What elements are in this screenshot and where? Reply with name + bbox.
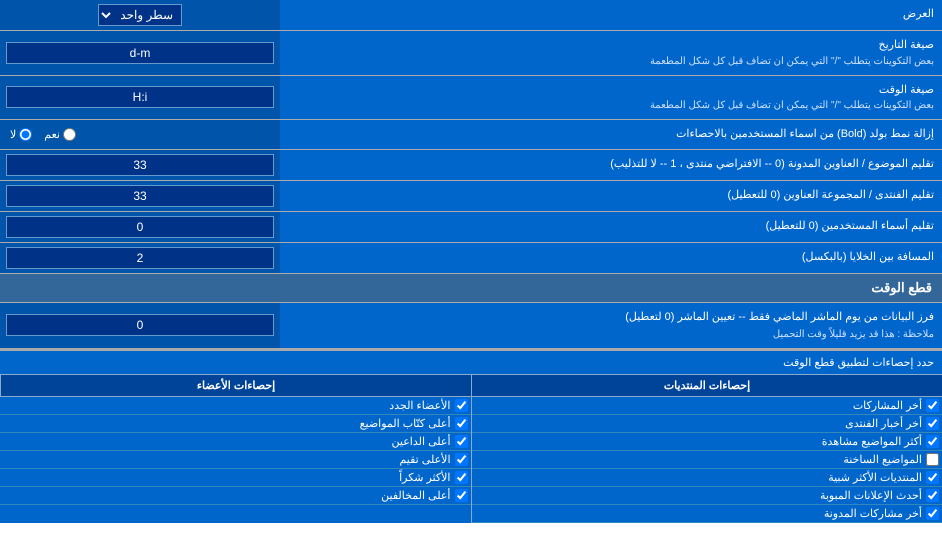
checkbox-forum-6[interactable] [926, 489, 939, 502]
time-filter-input[interactable] [6, 314, 274, 336]
checkbox-forum-3[interactable] [926, 435, 939, 448]
bold-radio-no[interactable] [19, 128, 32, 141]
checkbox-member-3[interactable] [455, 435, 468, 448]
list-item: أخر مشاركات المدونة [472, 505, 942, 523]
display-select[interactable]: سطر واحدسطرينثلاثة أسطر [98, 4, 182, 26]
list-item: الأكثر شكراً [0, 469, 471, 487]
col-header-members: إحصاءات الأعضاء [0, 375, 471, 396]
member-stats-col: الأعضاء الجدد أعلى كتّاب المواضيع أعلى ا… [0, 397, 471, 523]
list-item: أخر أخبار الفنتدى [472, 415, 942, 433]
cell-spacing-input-cell [0, 243, 280, 273]
time-filter-label: فرز البيانات من يوم الماشر الماضي فقط --… [280, 303, 942, 349]
time-format-input[interactable] [6, 86, 274, 108]
time-section-header: قطع الوقت [0, 274, 942, 303]
checkbox-member-1[interactable] [455, 399, 468, 412]
list-item: الأعضاء الجدد [0, 397, 471, 415]
checkbox-forum-5[interactable] [926, 471, 939, 484]
checkbox-member-5[interactable] [455, 471, 468, 484]
bold-label: إزالة نمط بولد (Bold) من اسماء المستخدمي… [280, 120, 942, 149]
time-format-input-cell [0, 76, 280, 120]
list-item: الأعلى تقيم [0, 451, 471, 469]
forum-trim-row: تقليم الفنتدى / المجموعة العناوين (0 للت… [0, 181, 942, 212]
list-item: المواضيع الساخنة [472, 451, 942, 469]
stats-col-headers: إحصاءات المنتديات إحصاءات الأعضاء [0, 375, 942, 397]
list-item: أكثر المواضيع مشاهدة [472, 433, 942, 451]
topic-trim-label: تقليم الموضوع / العناوين المدونة (0 -- ا… [280, 150, 942, 180]
list-item: أعلى كتّاب المواضيع [0, 415, 471, 433]
time-filter-input-cell [0, 303, 280, 349]
checkbox-member-4[interactable] [455, 453, 468, 466]
list-item: أخر المشاركات [472, 397, 942, 415]
checkbox-forum-2[interactable] [926, 417, 939, 430]
date-format-input[interactable] [6, 42, 274, 64]
cell-spacing-label: المسافة بين الخلايا (بالبكسل) [280, 243, 942, 273]
time-format-label: صيغة الوقت بعض التكوينات يتطلب "/" التي … [280, 76, 942, 120]
bold-radio-cell: نعم لا [0, 120, 280, 149]
bold-radio-yes[interactable] [63, 128, 76, 141]
bold-row: إزالة نمط بولد (Bold) من اسماء المستخدمي… [0, 120, 942, 150]
cell-spacing-input[interactable] [6, 247, 274, 269]
user-trim-input-cell [0, 212, 280, 242]
forum-trim-input[interactable] [6, 185, 274, 207]
checkbox-forum-1[interactable] [926, 399, 939, 412]
forum-trim-input-cell [0, 181, 280, 211]
topic-trim-input-cell [0, 150, 280, 180]
forum-trim-label: تقليم الفنتدى / المجموعة العناوين (0 للت… [280, 181, 942, 211]
main-container: العرض سطر واحدسطرينثلاثة أسطر صيغة التار… [0, 0, 942, 523]
apply-stats-row: حدد إحصاءات لتطبيق قطع الوقت [0, 351, 942, 375]
time-filter-row: فرز البيانات من يوم الماشر الماضي فقط --… [0, 303, 942, 350]
stats-section: حدد إحصاءات لتطبيق قطع الوقت إحصاءات الم… [0, 349, 942, 523]
topic-trim-input[interactable] [6, 154, 274, 176]
display-row: العرض سطر واحدسطرينثلاثة أسطر [0, 0, 942, 31]
list-item: أعلى المخالفين [0, 487, 471, 505]
date-format-label: صيغة التاريخ بعض التكوينات يتطلب "/" الت… [280, 31, 942, 75]
checkbox-member-2[interactable] [455, 417, 468, 430]
list-item: أعلى الداعين [0, 433, 471, 451]
col-header-forums: إحصاءات المنتديات [471, 375, 942, 396]
topic-trim-row: تقليم الموضوع / العناوين المدونة (0 -- ا… [0, 150, 942, 181]
user-trim-row: تقليم أسماء المستخدمين (0 للتعطيل) [0, 212, 942, 243]
display-label: العرض [280, 0, 942, 30]
display-input-cell: سطر واحدسطرينثلاثة أسطر [0, 0, 280, 30]
list-item: أحدث الإعلانات المبوبة [472, 487, 942, 505]
time-format-row: صيغة الوقت بعض التكوينات يتطلب "/" التي … [0, 76, 942, 121]
date-format-input-cell [0, 31, 280, 75]
cell-spacing-row: المسافة بين الخلايا (بالبكسل) [0, 243, 942, 274]
user-trim-input[interactable] [6, 216, 274, 238]
checkbox-member-6[interactable] [455, 489, 468, 502]
bold-radio-no-label[interactable]: لا [10, 128, 32, 141]
forum-stats-col: أخر المشاركات أخر أخبار الفنتدى أكثر الم… [471, 397, 942, 523]
list-item: المنتديات الأكثر شبية [472, 469, 942, 487]
checkbox-forum-7[interactable] [926, 507, 939, 520]
user-trim-label: تقليم أسماء المستخدمين (0 للتعطيل) [280, 212, 942, 242]
checkbox-forum-4[interactable] [926, 453, 939, 466]
date-format-row: صيغة التاريخ بعض التكوينات يتطلب "/" الت… [0, 31, 942, 76]
stats-columns: أخر المشاركات أخر أخبار الفنتدى أكثر الم… [0, 397, 942, 523]
bold-radio-yes-label[interactable]: نعم [44, 128, 76, 141]
apply-stats-label: حدد إحصاءات لتطبيق قطع الوقت [0, 351, 942, 374]
